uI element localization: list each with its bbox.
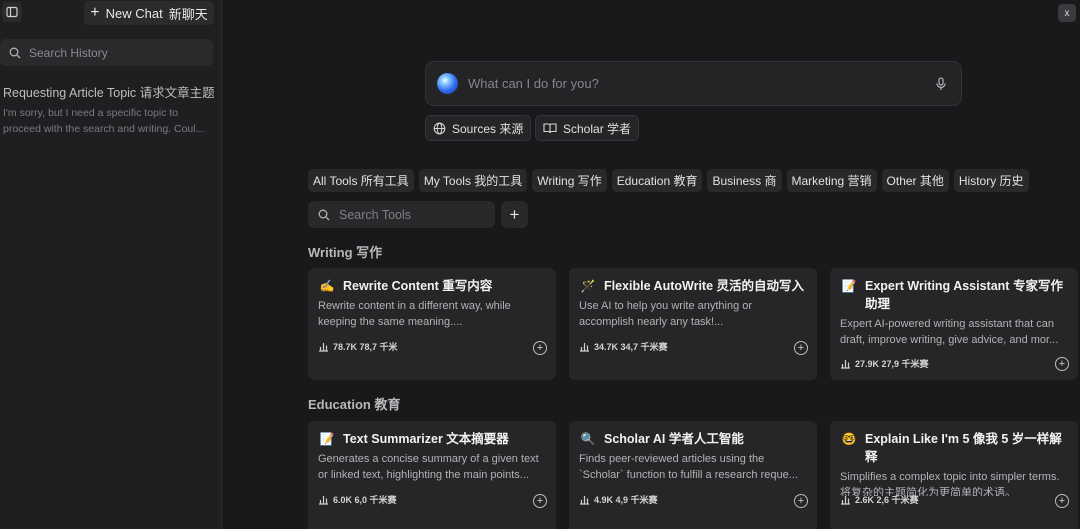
tab-education[interactable]: Education 教育 xyxy=(611,169,703,192)
tool-card-title: Text Summarizer 文本摘要器 xyxy=(343,432,509,446)
tab-writing[interactable]: Writing 写作 xyxy=(532,169,607,192)
add-circle-icon[interactable]: + xyxy=(1055,357,1069,371)
history-search-placeholder: Search History xyxy=(29,45,108,60)
prompt-input[interactable]: What can I do for you? xyxy=(425,61,962,106)
tool-card-description: Finds peer-reviewed articles using the `S… xyxy=(579,452,807,483)
tool-card-desc-line: Finds peer-reviewed articles using the xyxy=(579,453,765,465)
magnifier-icon: 🔍 xyxy=(580,432,596,446)
tab-all-tools[interactable]: All Tools 所有工具 xyxy=(308,169,414,192)
memo-icon: 📝 xyxy=(319,432,335,446)
tool-card-title: Rewrite Content 重写内容 xyxy=(343,279,493,293)
scholar-button[interactable]: Scholar 学者 xyxy=(535,115,640,141)
tab-business[interactable]: Business 商 xyxy=(707,169,782,192)
tool-card-desc-line: Simplifies a complex topic into simpler … xyxy=(840,471,1060,483)
tool-card-usage: 4.9K 4,9 千米赛 xyxy=(594,495,658,505)
tool-card-desc-line: accomplish nearly any task!... xyxy=(579,315,724,328)
section-heading-education: Education 教育 xyxy=(308,397,401,412)
main-area: x What can I do for you? Sources 来源 Scho… xyxy=(222,0,1080,529)
section-heading-writing: Writing 写作 xyxy=(308,245,383,260)
search-icon xyxy=(318,209,330,220)
add-tool-button[interactable]: + xyxy=(501,201,528,228)
new-chat-button[interactable]: + New Chat 新聊天 xyxy=(84,1,214,25)
sidebar-panel-icon xyxy=(6,6,18,18)
book-icon xyxy=(543,123,557,134)
new-chat-label: New Chat xyxy=(105,5,163,21)
tool-search-placeholder: Search Tools xyxy=(339,207,412,222)
tab-marketing[interactable]: Marketing 营销 xyxy=(786,169,877,192)
bar-chart-icon xyxy=(580,496,589,505)
sources-label: Sources 来源 xyxy=(452,121,524,136)
tool-card-usage: 78.7K 78,7 千米 xyxy=(333,342,398,352)
tab-other[interactable]: Other 其他 xyxy=(881,169,949,192)
add-circle-icon[interactable]: + xyxy=(533,341,547,355)
tool-card-description: Use AI to help you write anything or acco… xyxy=(579,299,807,330)
history-search-input[interactable]: Search History xyxy=(0,39,213,66)
close-button[interactable]: x xyxy=(1058,4,1076,22)
prompt-placeholder: What can I do for you? xyxy=(468,76,599,91)
search-icon xyxy=(9,47,21,58)
nerd-face-icon: 🤓 xyxy=(841,432,857,446)
memo-icon: 📝 xyxy=(841,279,857,293)
tool-card-desc-line: `Scholar` function to fulfill a research… xyxy=(579,468,798,481)
tool-card-title: Scholar AI 学者人工智能 xyxy=(604,432,744,446)
tool-search-input[interactable]: Search Tools xyxy=(308,201,495,228)
tool-card-description: Expert AI-powered writing assistant that… xyxy=(840,317,1068,348)
tool-card-description: Generates a concise summary of a given t… xyxy=(318,452,546,483)
tool-card-description: Simplifies a complex topic into simpler … xyxy=(840,470,1068,496)
tool-card-usage: 34.7K 34,7 千米赛 xyxy=(594,342,668,352)
tool-card[interactable]: 🔍 Scholar AI 学者人工智能 Finds peer-reviewed a… xyxy=(569,421,817,529)
tool-card-desc-line: Generates a concise summary of a given t… xyxy=(318,453,539,465)
tool-card-title: Expert Writing Assistant 专家写作助理 xyxy=(865,279,1063,311)
toggle-sidebar-button[interactable] xyxy=(2,2,22,22)
writing-hand-icon: ✍️ xyxy=(319,279,335,293)
tool-card-title: Explain Like I'm 5 像我 5 岁一样解释 xyxy=(865,432,1062,464)
history-preview-line: proceed with the search and writing. Cou… xyxy=(3,122,205,135)
tool-card[interactable]: 📝 Text Summarizer 文本摘要器 Generates a conci… xyxy=(308,421,556,529)
tool-card-desc-line: Rewrite content in a different way, whil… xyxy=(318,300,511,312)
history-item-preview[interactable]: I'm sorry, but I need a specific topic t… xyxy=(3,106,215,137)
bar-chart-icon xyxy=(580,343,589,352)
category-tabs: All Tools 所有工具 My Tools 我的工具 Writing 写作 … xyxy=(308,169,1029,192)
add-circle-icon[interactable]: + xyxy=(794,494,808,508)
bar-chart-icon xyxy=(319,343,328,352)
assistant-orb-icon xyxy=(437,73,458,94)
tool-card[interactable]: 🪄 Flexible AutoWrite 灵活的自动写入 Use AI to he… xyxy=(569,268,817,380)
sidebar: + New Chat 新聊天 Search History Requesting… xyxy=(0,0,222,529)
tool-card-desc-line: keeping the same meaning.... xyxy=(318,315,463,328)
tool-card-title: Flexible AutoWrite 灵活的自动写入 xyxy=(604,279,805,293)
history-preview-line: I'm sorry, but I need a specific topic t… xyxy=(3,107,179,119)
bar-chart-icon xyxy=(841,496,850,505)
tool-card-desc-line: Use AI to help you write anything or xyxy=(579,300,753,312)
history-item-title[interactable]: Requesting Article Topic 请求文章主题 xyxy=(3,82,215,101)
tab-history[interactable]: History 历史 xyxy=(953,169,1029,192)
microphone-icon[interactable] xyxy=(935,76,947,91)
tool-card[interactable]: ✍️ Rewrite Content 重写内容 Rewrite content i… xyxy=(308,268,556,380)
tool-card-usage: 2.6K 2,6 千米赛 xyxy=(855,495,919,505)
tool-card-usage: 27.9K 27,9 千米赛 xyxy=(855,359,929,369)
bar-chart-icon xyxy=(319,496,328,505)
scholar-label: Scholar 学者 xyxy=(563,121,632,136)
bar-chart-icon xyxy=(841,360,850,369)
tool-card[interactable]: 🤓 Explain Like I'm 5 像我 5 岁一样解释 Simplifie… xyxy=(830,421,1078,529)
tool-card-usage: 6.0K 6,0 千米赛 xyxy=(333,495,397,505)
add-circle-icon[interactable]: + xyxy=(533,494,547,508)
magic-wand-icon: 🪄 xyxy=(580,279,596,293)
tool-card-desc-line: draft, improve writing, give advice, and… xyxy=(840,333,1059,346)
tab-my-tools[interactable]: My Tools 我的工具 xyxy=(418,169,528,192)
tool-card-description: Rewrite content in a different way, whil… xyxy=(318,299,546,330)
tool-card-desc-line: Expert AI-powered writing assistant that… xyxy=(840,318,1054,330)
new-chat-label-cn: 新聊天 xyxy=(168,6,208,22)
tool-card-desc-line: or linked text, highlighting the main po… xyxy=(318,468,529,481)
globe-icon xyxy=(433,122,446,134)
sources-button[interactable]: Sources 来源 xyxy=(425,115,532,141)
plus-icon: + xyxy=(90,4,100,21)
add-circle-icon[interactable]: + xyxy=(794,341,808,355)
add-circle-icon[interactable]: + xyxy=(1055,494,1069,508)
plus-icon: + xyxy=(509,204,520,224)
tool-card[interactable]: 📝 Expert Writing Assistant 专家写作助理 Expert … xyxy=(830,268,1078,380)
